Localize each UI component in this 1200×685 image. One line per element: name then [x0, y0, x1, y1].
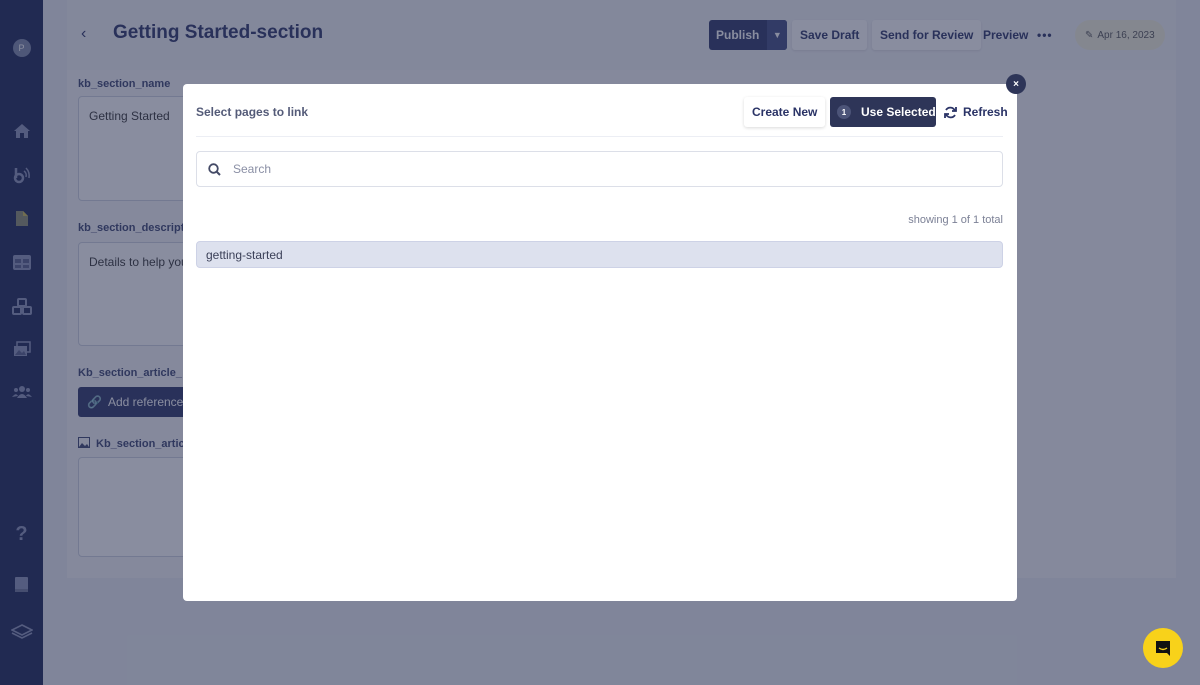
- refresh-label: Refresh: [963, 105, 1008, 119]
- search-icon: [208, 162, 221, 176]
- modal-title: Select pages to link: [196, 105, 309, 119]
- search-field[interactable]: [196, 151, 1003, 187]
- close-icon[interactable]: ×: [1006, 74, 1026, 94]
- chat-launcher-button[interactable]: [1143, 628, 1183, 668]
- selected-count-badge: 1: [837, 105, 851, 119]
- modal-divider: [196, 136, 1003, 137]
- refresh-icon: [944, 106, 957, 118]
- use-selected-label: Use Selected: [861, 105, 936, 119]
- refresh-button[interactable]: Refresh: [944, 97, 1008, 127]
- search-input[interactable]: [233, 162, 1002, 176]
- result-item[interactable]: getting-started: [196, 241, 1003, 268]
- select-pages-modal: Select pages to link Create New 1 Use Se…: [183, 84, 1017, 601]
- chat-icon: [1156, 641, 1170, 656]
- results-count: showing 1 of 1 total: [908, 214, 1003, 226]
- use-selected-button[interactable]: 1 Use Selected: [830, 97, 936, 127]
- create-new-button[interactable]: Create New: [744, 97, 826, 127]
